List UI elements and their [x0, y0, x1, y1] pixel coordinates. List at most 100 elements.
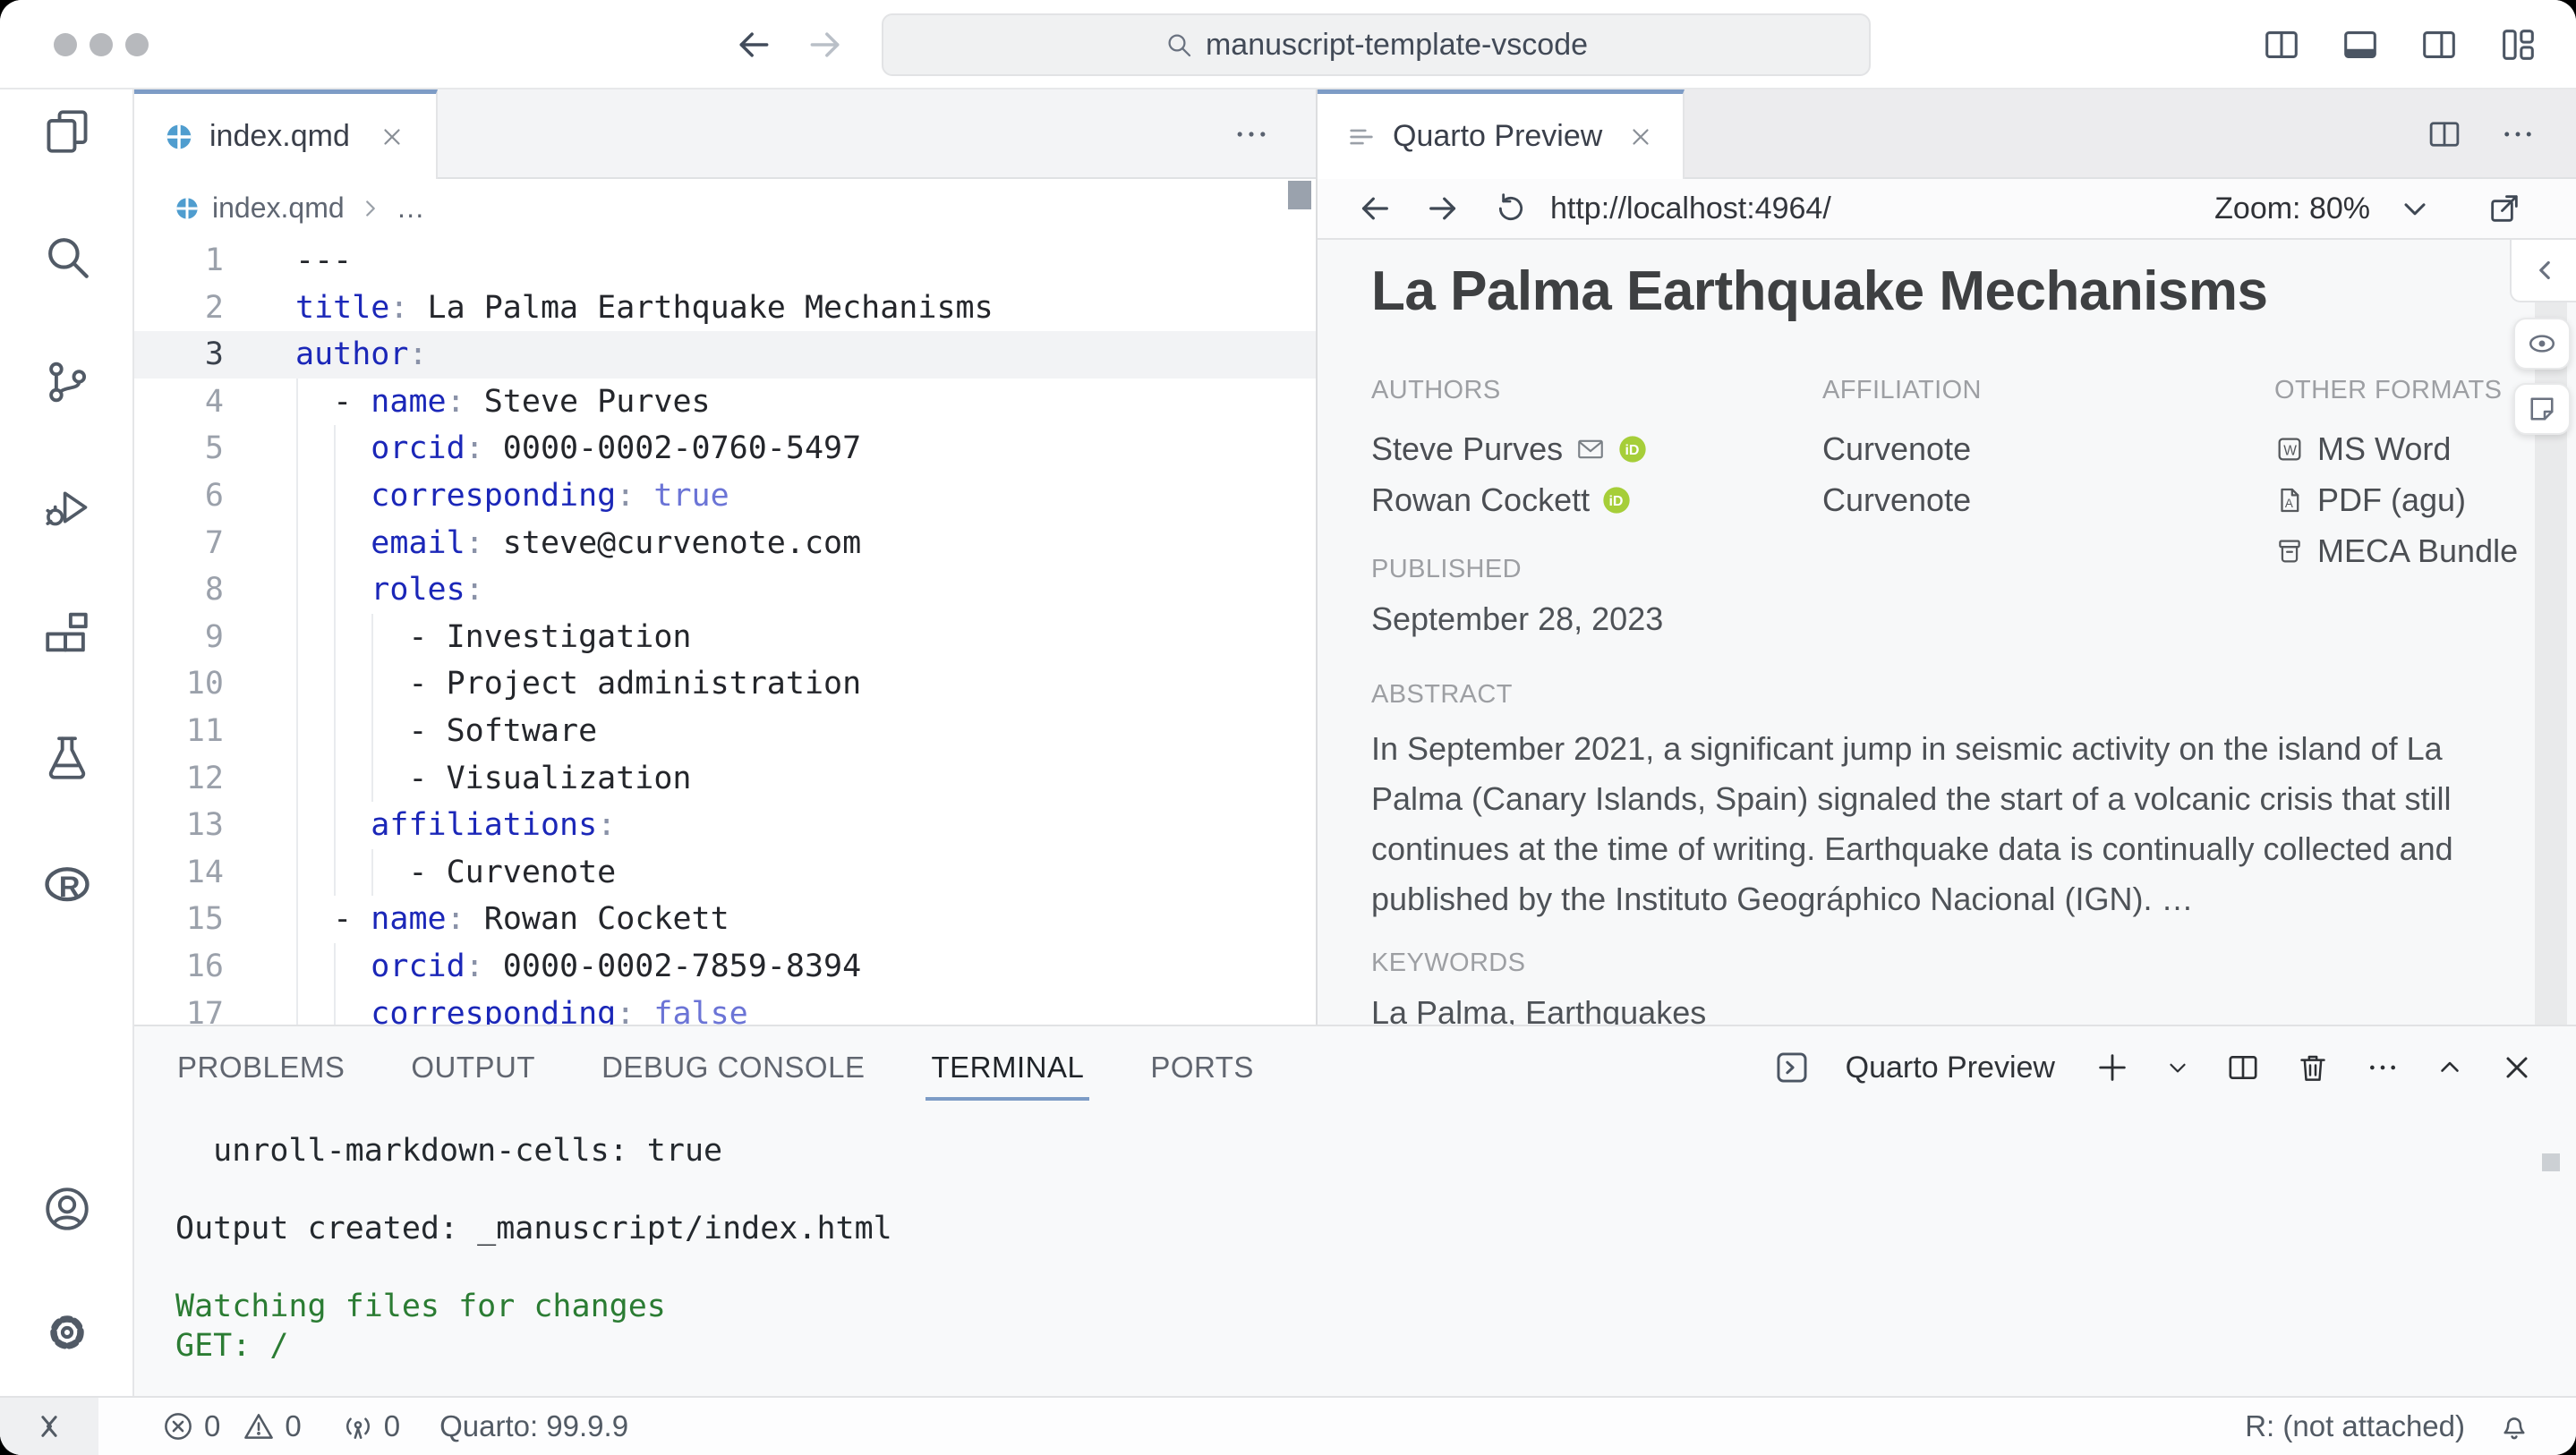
code-line[interactable]: 12 - Visualization: [134, 755, 1316, 803]
minimize-window-button[interactable]: [90, 33, 113, 56]
format-link-pdf[interactable]: APDF (agu): [2274, 474, 2518, 525]
line-number[interactable]: 10: [134, 660, 224, 708]
line-number[interactable]: 5: [134, 425, 224, 472]
code-line[interactable]: 9 - Investigation: [134, 614, 1316, 661]
collapse-panel-button[interactable]: [2510, 240, 2576, 302]
code-line[interactable]: 15 - name: Rowan Cockett: [134, 896, 1316, 943]
activity-item-run-debug[interactable]: [0, 481, 134, 533]
activity-item-source-control[interactable]: [0, 356, 134, 408]
ports-status[interactable]: 0: [341, 1409, 400, 1443]
more-actions-icon[interactable]: [2499, 115, 2537, 153]
quarto-version[interactable]: Quarto: 99.9.9: [439, 1409, 628, 1443]
code-line[interactable]: 3author:: [134, 331, 1316, 379]
preview-back-icon[interactable]: [1357, 191, 1393, 226]
more-actions-icon[interactable]: [1232, 115, 1271, 154]
line-number[interactable]: 14: [134, 849, 224, 897]
activity-item-accounts[interactable]: [0, 1183, 134, 1235]
terminal-output[interactable]: unroll-markdown-cells: true Output creat…: [175, 1132, 892, 1366]
panel-tab-debug-console[interactable]: DEBUG CONSOLE: [600, 1029, 866, 1106]
r-status[interactable]: R: (not attached): [2245, 1409, 2465, 1443]
command-center-search[interactable]: manuscript-template-vscode: [882, 13, 1871, 76]
line-number[interactable]: 3: [134, 331, 224, 379]
remote-indicator[interactable]: [0, 1398, 98, 1455]
maximize-window-button[interactable]: [125, 33, 149, 56]
line-number[interactable]: 6: [134, 472, 224, 520]
activity-item-settings[interactable]: [0, 1306, 134, 1358]
line-number[interactable]: 2: [134, 285, 224, 332]
code-line[interactable]: 1---: [134, 237, 1316, 285]
line-number[interactable]: 8: [134, 566, 224, 614]
terminal-process-label[interactable]: Quarto Preview: [1846, 1051, 2055, 1085]
line-number[interactable]: 16: [134, 943, 224, 991]
line-number[interactable]: 4: [134, 379, 224, 426]
split-editor-layout-icon[interactable]: [2256, 24, 2307, 65]
bell-icon[interactable]: [2497, 1409, 2531, 1443]
code-line[interactable]: 13 affiliations:: [134, 802, 1316, 849]
panel-tab-problems[interactable]: PROBLEMS: [175, 1029, 346, 1106]
line-number[interactable]: 1: [134, 237, 224, 285]
line-number[interactable]: 11: [134, 708, 224, 755]
code-line[interactable]: 10 - Project administration: [134, 660, 1316, 708]
split-terminal-icon[interactable]: [2225, 1050, 2261, 1085]
format-link-word[interactable]: WMS Word: [2274, 423, 2518, 474]
preview-visibility-button[interactable]: [2513, 318, 2571, 370]
history-back-icon[interactable]: [734, 25, 773, 64]
toggle-panel-layout-icon[interactable]: [2334, 24, 2386, 65]
toggle-secondary-sidebar-layout-icon[interactable]: [2413, 24, 2465, 65]
author-orcid-icon[interactable]: iD: [1618, 435, 1647, 464]
line-number[interactable]: 7: [134, 520, 224, 567]
history-forward-icon[interactable]: [806, 25, 845, 64]
code-line[interactable]: 14 - Curvenote: [134, 849, 1316, 897]
terminal-scrollbar[interactable]: [2542, 1153, 2560, 1171]
code-line[interactable]: 16 orcid: 0000-0002-7859-8394: [134, 943, 1316, 991]
breadcrumb-file[interactable]: index.qmd: [212, 191, 345, 225]
code-line[interactable]: 7 email: steve@curvenote.com: [134, 520, 1316, 567]
more-actions-icon[interactable]: [2365, 1050, 2401, 1085]
line-number[interactable]: 13: [134, 802, 224, 849]
code-line[interactable]: 6 corresponding: true: [134, 472, 1316, 520]
activity-item-explorer[interactable]: [0, 106, 134, 157]
format-link-meca[interactable]: MECA Bundle: [2274, 525, 2518, 576]
line-number[interactable]: 12: [134, 755, 224, 803]
open-external-icon[interactable]: [2486, 191, 2522, 226]
tab-quarto-preview[interactable]: Quarto Preview: [1318, 89, 1685, 179]
preview-url[interactable]: http://localhost:4964/: [1550, 191, 1831, 226]
preview-notes-button[interactable]: [2513, 383, 2571, 435]
breadcrumb[interactable]: index.qmd …: [134, 179, 1316, 237]
close-window-button[interactable]: [54, 33, 77, 56]
panel-tab-terminal[interactable]: TERMINAL: [929, 1029, 1086, 1106]
preview-forward-icon[interactable]: [1425, 191, 1461, 226]
activity-item-r-lang[interactable]: R: [0, 857, 134, 909]
code-line[interactable]: 5 orcid: 0000-0002-0760-5497: [134, 425, 1316, 472]
activity-item-extensions[interactable]: [0, 607, 134, 659]
panel-tab-output[interactable]: OUTPUT: [409, 1029, 537, 1106]
editor-scrollbar-thumb[interactable]: [1288, 181, 1311, 209]
line-number[interactable]: 9: [134, 614, 224, 661]
new-terminal-icon[interactable]: [2094, 1050, 2130, 1085]
tab-index-qmd[interactable]: index.qmd: [134, 89, 438, 179]
refresh-icon[interactable]: [1493, 191, 1529, 226]
kill-terminal-icon[interactable]: [2295, 1050, 2331, 1085]
line-number[interactable]: 15: [134, 896, 224, 943]
close-icon[interactable]: [379, 123, 405, 150]
code-line[interactable]: 4 - name: Steve Purves: [134, 379, 1316, 426]
activity-item-testing[interactable]: [0, 732, 134, 784]
customize-layout-icon[interactable]: [2492, 24, 2544, 65]
zoom-level[interactable]: Zoom: 80%: [2214, 191, 2370, 226]
code-line[interactable]: 8 roles:: [134, 566, 1316, 614]
terminal-dropdown-icon[interactable]: [2164, 1054, 2191, 1081]
author-email-icon[interactable]: [1575, 434, 1606, 464]
code-editor[interactable]: 1---2title: La Palma Earthquake Mechanis…: [134, 237, 1316, 1025]
split-editor-icon[interactable]: [2426, 115, 2463, 153]
maximize-panel-icon[interactable]: [2435, 1052, 2465, 1083]
code-line[interactable]: 11 - Software: [134, 708, 1316, 755]
problems-status[interactable]: 0 0: [161, 1409, 302, 1443]
author-orcid-icon[interactable]: iD: [1602, 486, 1631, 515]
activity-item-search[interactable]: [0, 231, 134, 283]
panel-tab-ports[interactable]: PORTS: [1148, 1029, 1256, 1106]
close-panel-icon[interactable]: [2499, 1050, 2535, 1085]
chevron-down-icon[interactable]: [2397, 191, 2433, 226]
close-icon[interactable]: [1627, 123, 1654, 150]
breadcrumb-more[interactable]: …: [397, 191, 425, 225]
code-line[interactable]: 2title: La Palma Earthquake Mechanisms: [134, 285, 1316, 332]
